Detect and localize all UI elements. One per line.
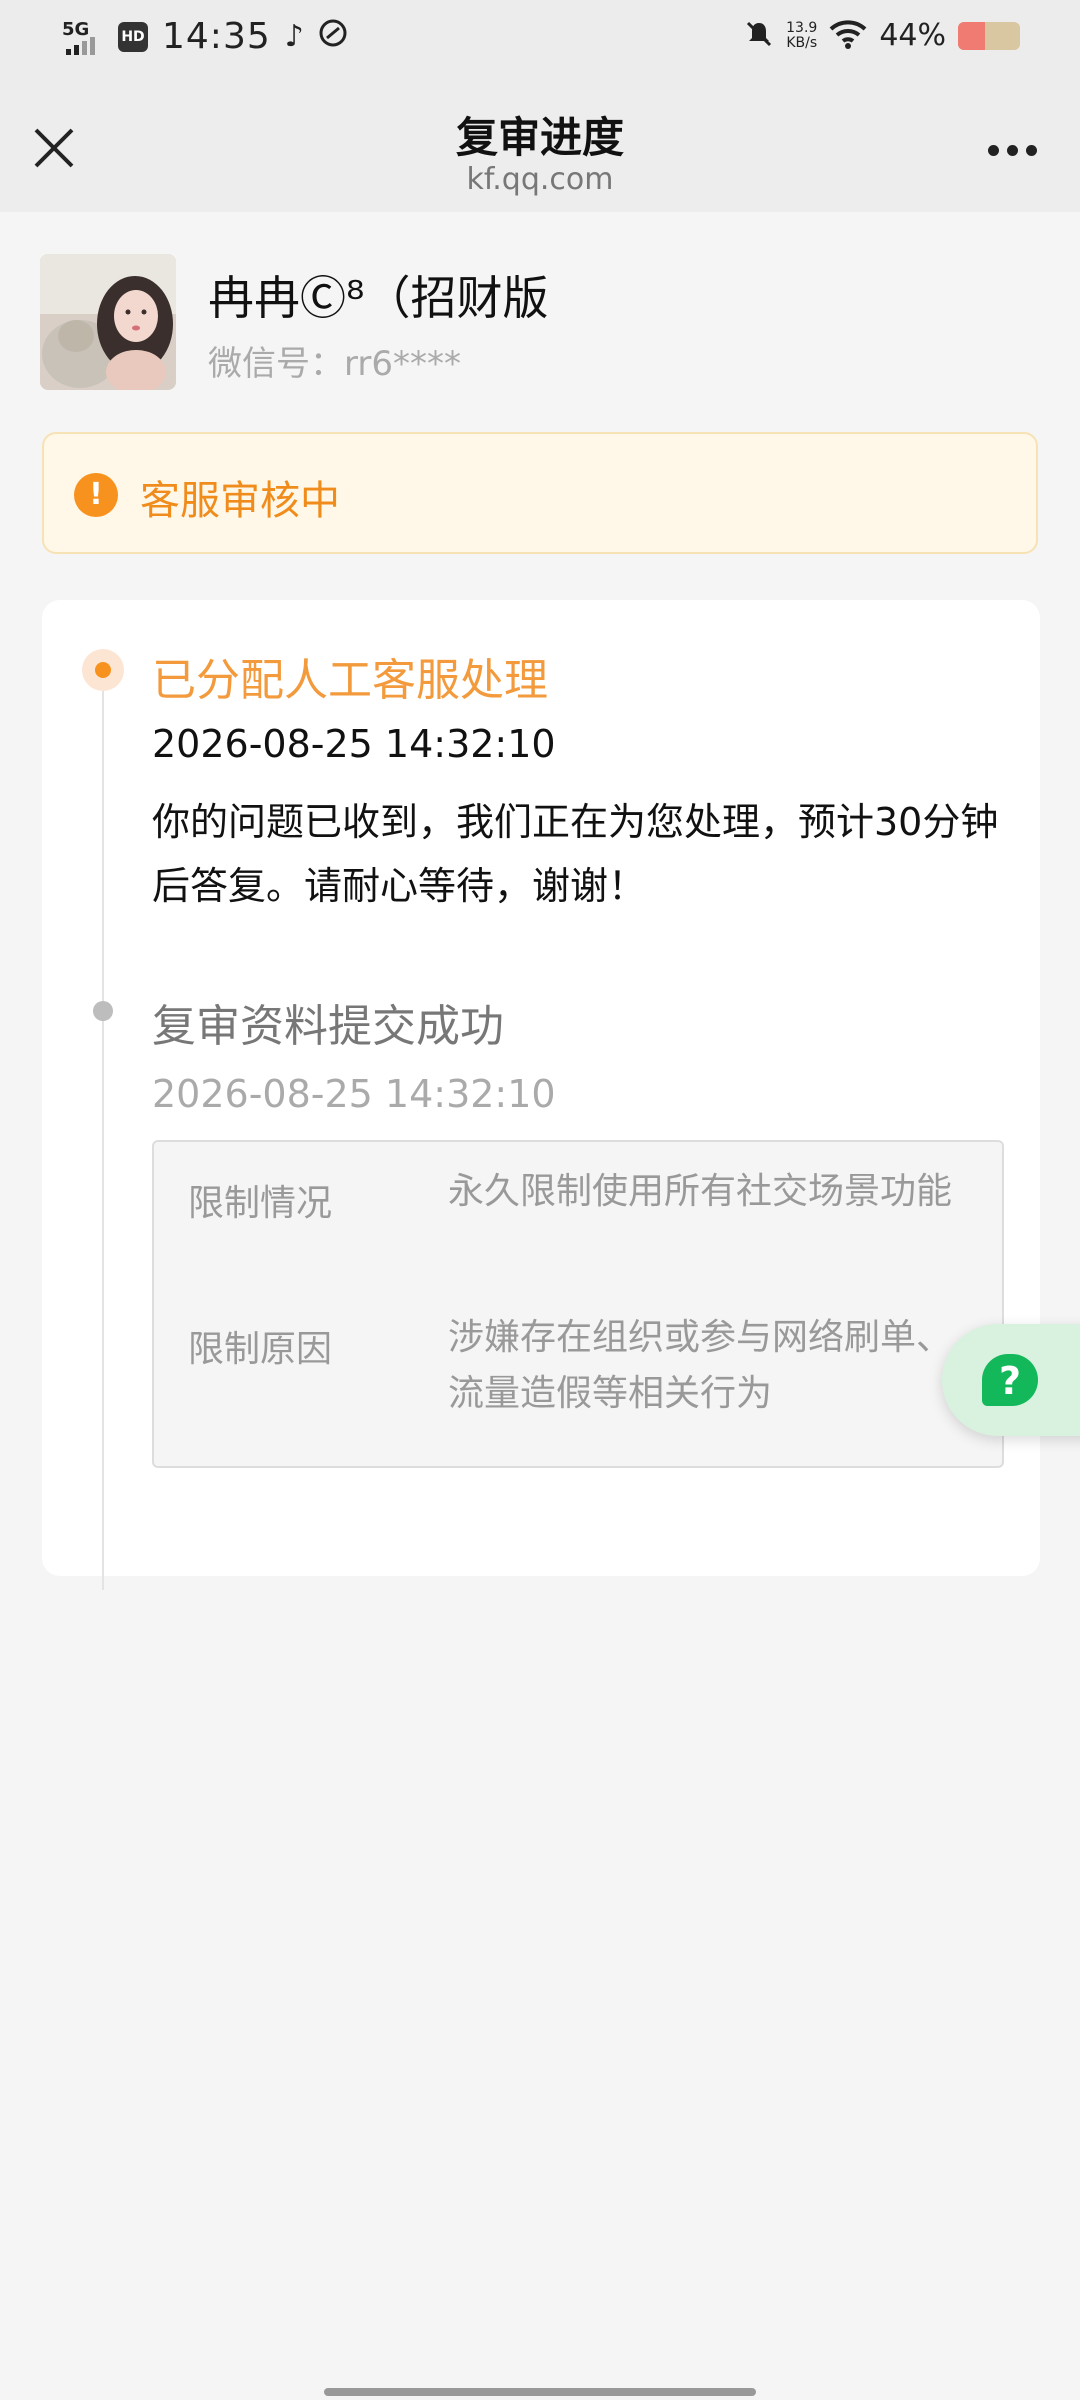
step-time: 2026-08-25 14:32:10	[152, 722, 556, 766]
restriction-label: 限制情况	[188, 1183, 333, 1224]
signal-icon: 5G	[62, 17, 104, 57]
timeline-line	[102, 680, 104, 1590]
hd-icon: HD	[118, 21, 148, 52]
battery-icon	[958, 21, 1020, 50]
status-bar: 5G HD 14:35 ♪ 13.9 KB/s 44%	[0, 0, 1080, 90]
help-icon: ?	[982, 1354, 1038, 1406]
page-title: 复审进度	[455, 113, 624, 162]
more-button[interactable]	[988, 140, 1044, 160]
restriction-value: 涉嫌存在组织或参与网络刷单、流量造假等相关行为	[448, 1317, 953, 1414]
net-speed-value: 13.9	[786, 19, 818, 36]
more-icon	[988, 144, 999, 156]
step-title: 已分配人工客服处理	[152, 655, 548, 706]
progress-card: 已分配人工客服处理 2026-08-25 14:32:10 你的问题已收到，我们…	[42, 600, 1040, 1590]
restriction-value: 永久限制使用所有社交场景功能	[448, 1171, 953, 1212]
wifi-icon	[829, 19, 867, 53]
app-icon	[318, 18, 348, 56]
timeline-dot	[93, 1001, 113, 1021]
timeline-dot-active	[82, 649, 124, 691]
tiktok-icon: ♪	[284, 19, 304, 54]
mute-icon	[744, 19, 774, 53]
network-speed: 13.9 KB/s	[786, 19, 818, 51]
home-indicator[interactable]	[324, 2388, 756, 2396]
battery-percent: 44%	[879, 18, 946, 53]
wechat-id: 微信号：rr6****	[208, 344, 461, 384]
avatar[interactable]	[40, 254, 176, 390]
restriction-label: 限制原因	[188, 1329, 333, 1370]
profile-section: 冉冉Ⓒ⁸（招财版 微信号：rr6****	[40, 254, 1040, 390]
page-domain: kf.qq.com	[466, 162, 614, 197]
review-status-text: 客服审核中	[140, 478, 340, 524]
help-button[interactable]: ?	[942, 1324, 1080, 1436]
profile-name: 冉冉Ⓒ⁸（招财版	[208, 271, 549, 325]
step-time: 2026-08-25 14:32:10	[152, 1072, 556, 1116]
title-bar: 复审进度 kf.qq.com	[0, 90, 1080, 212]
net-speed-unit: KB/s	[786, 34, 818, 51]
step-title: 复审资料提交成功	[152, 1001, 504, 1052]
clock: 14:35	[162, 16, 271, 57]
step-description: 你的问题已收到，我们正在为您处理，预计30分钟后答复。请耐心等待，谢谢！	[152, 800, 999, 908]
review-status-banner: ! 客服审核中	[42, 432, 1038, 554]
warning-icon: !	[74, 473, 118, 517]
restriction-details: 限制情况 永久限制使用所有社交场景功能 限制原因 涉嫌存在组织或参与网络刷单、流…	[152, 1140, 1004, 1468]
